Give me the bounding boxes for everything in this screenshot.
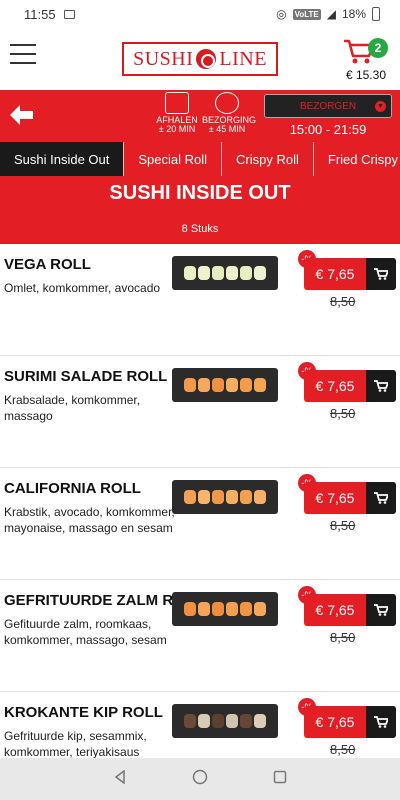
add-to-cart-button[interactable]: € 7,65 bbox=[304, 594, 396, 626]
product-description: Omlet, komkommer, avocado bbox=[4, 281, 161, 295]
category-tabs: Sushi Inside Out Special Roll Crispy Rol… bbox=[0, 142, 400, 176]
hotspot-icon: ◎ bbox=[276, 7, 287, 21]
product-old-price: 8,50 bbox=[330, 406, 356, 421]
back-arrow-icon[interactable] bbox=[6, 100, 36, 130]
add-to-cart-button[interactable]: € 7,65 bbox=[304, 258, 396, 290]
add-to-cart-button[interactable]: € 7,65 bbox=[304, 370, 396, 402]
product-item[interactable]: VEGA ROLL Omlet, komkommer, avocado -% €… bbox=[0, 244, 400, 356]
battery-percent: 18% bbox=[341, 7, 366, 21]
product-price: € 7,65 bbox=[315, 714, 355, 730]
chevron-down-icon: ▼ bbox=[375, 101, 386, 112]
product-image bbox=[172, 592, 278, 626]
product-price: € 7,65 bbox=[315, 266, 355, 282]
section-title: SUSHI INSIDE OUT bbox=[109, 182, 291, 204]
delivery-mode-select[interactable]: BEZORGEN ▼ bbox=[264, 94, 392, 118]
product-item[interactable]: GEFRITUURDE ZALM ROLL Gefituurde zalm, r… bbox=[0, 580, 400, 692]
product-item[interactable]: CALIFORNIA ROLL Krabstik, avocado, komko… bbox=[0, 468, 400, 580]
section-header: SUSHI INSIDE OUT 8 Stuks bbox=[0, 176, 400, 244]
delivery-mode-value: BEZORGEN bbox=[299, 100, 357, 112]
product-price: € 7,65 bbox=[315, 490, 355, 506]
product-description: Gefrituurde kip, sesammix, komkommer, te… bbox=[4, 729, 147, 758]
home-nav-icon[interactable] bbox=[192, 769, 208, 790]
product-image bbox=[172, 368, 278, 402]
battery-icon bbox=[372, 7, 380, 21]
order-options-bar: AFHALEN ± 20 MIN BEZORGING ± 45 MIN BEZO… bbox=[0, 90, 400, 142]
product-name: VEGA ROLL bbox=[4, 256, 91, 273]
product-image bbox=[172, 704, 278, 738]
product-item[interactable]: KROKANTE KIP ROLL Gefrituurde kip, sesam… bbox=[0, 692, 400, 758]
afhalen-option[interactable]: AFHALEN ± 20 MIN bbox=[152, 92, 202, 140]
scooter-icon bbox=[215, 92, 239, 114]
sushi-line-logo[interactable]: SUSHI LINE bbox=[122, 42, 278, 76]
product-price: € 7,65 bbox=[315, 602, 355, 618]
bezorging-option[interactable]: BEZORGING ± 45 MIN bbox=[202, 92, 256, 140]
product-price: € 7,65 bbox=[315, 378, 355, 394]
recents-nav-icon[interactable] bbox=[273, 770, 287, 789]
afhalen-time: ± 20 MIN bbox=[158, 124, 196, 134]
cart-icon bbox=[366, 706, 396, 738]
logo-emblem-icon bbox=[196, 49, 217, 69]
add-to-cart-button[interactable]: € 7,65 bbox=[304, 706, 396, 738]
product-name: CALIFORNIA ROLL bbox=[4, 480, 141, 497]
logo-text-left: SUSHI bbox=[133, 47, 194, 70]
product-name: SURIMI SALADE ROLL bbox=[4, 368, 168, 385]
cart-icon bbox=[366, 594, 396, 626]
signal-icon: ◢ bbox=[326, 7, 336, 21]
system-nav-bar bbox=[0, 758, 400, 800]
product-image bbox=[172, 480, 278, 514]
product-description: Krabsalade, komkommer, massago bbox=[4, 393, 141, 423]
section-count: 8 Stuks bbox=[181, 223, 219, 235]
tab-fried-crispy[interactable]: Fried Crispy bbox=[314, 142, 400, 176]
bezorging-time: ± 45 MIN bbox=[208, 124, 246, 134]
opening-hours: 15:00 - 21:59 bbox=[289, 122, 367, 137]
product-old-price: 8,50 bbox=[330, 742, 356, 757]
cart-total: € 15.30 bbox=[345, 68, 386, 82]
product-old-price: 8,50 bbox=[330, 518, 356, 533]
logo-text-right: LINE bbox=[219, 47, 267, 70]
store-icon bbox=[165, 92, 189, 114]
status-icons: ◎ VoLTE ◢ 18% bbox=[276, 7, 388, 21]
app-header: SUSHI LINE 2 € 15.30 bbox=[0, 28, 400, 90]
status-bar: 11:55 ◎ VoLTE ◢ 18% bbox=[0, 0, 400, 28]
cart-icon bbox=[366, 482, 396, 514]
tab-sushi-inside-out[interactable]: Sushi Inside Out bbox=[0, 142, 125, 176]
cart-icon bbox=[366, 258, 396, 290]
menu-icon[interactable] bbox=[10, 44, 36, 64]
product-image bbox=[172, 256, 278, 290]
product-old-price: 8,50 bbox=[330, 630, 356, 645]
back-nav-icon[interactable] bbox=[113, 769, 127, 789]
tab-crispy-roll[interactable]: Crispy Roll bbox=[222, 142, 314, 176]
status-time: 11:55 bbox=[24, 6, 56, 22]
cart-button[interactable]: 2 € 15.30 bbox=[328, 36, 388, 82]
cart-count-badge: 2 bbox=[368, 38, 388, 58]
volte-badge: VoLTE bbox=[292, 8, 321, 20]
tab-special-roll[interactable]: Special Roll bbox=[124, 142, 223, 176]
image-notification-icon bbox=[63, 9, 75, 19]
product-item[interactable]: SURIMI SALADE ROLL Krabsalade, komkommer… bbox=[0, 356, 400, 468]
product-description: Krabstik, avocado, komkommer, mayonaise,… bbox=[4, 505, 175, 535]
add-to-cart-button[interactable]: € 7,65 bbox=[304, 482, 396, 514]
product-list: VEGA ROLL Omlet, komkommer, avocado -% €… bbox=[0, 244, 400, 758]
product-name: KROKANTE KIP ROLL bbox=[4, 704, 163, 721]
product-description: Gefituurde zalm, roomkaas, komkommer, ma… bbox=[4, 617, 167, 647]
cart-icon bbox=[366, 370, 396, 402]
product-old-price: 8,50 bbox=[330, 294, 356, 309]
